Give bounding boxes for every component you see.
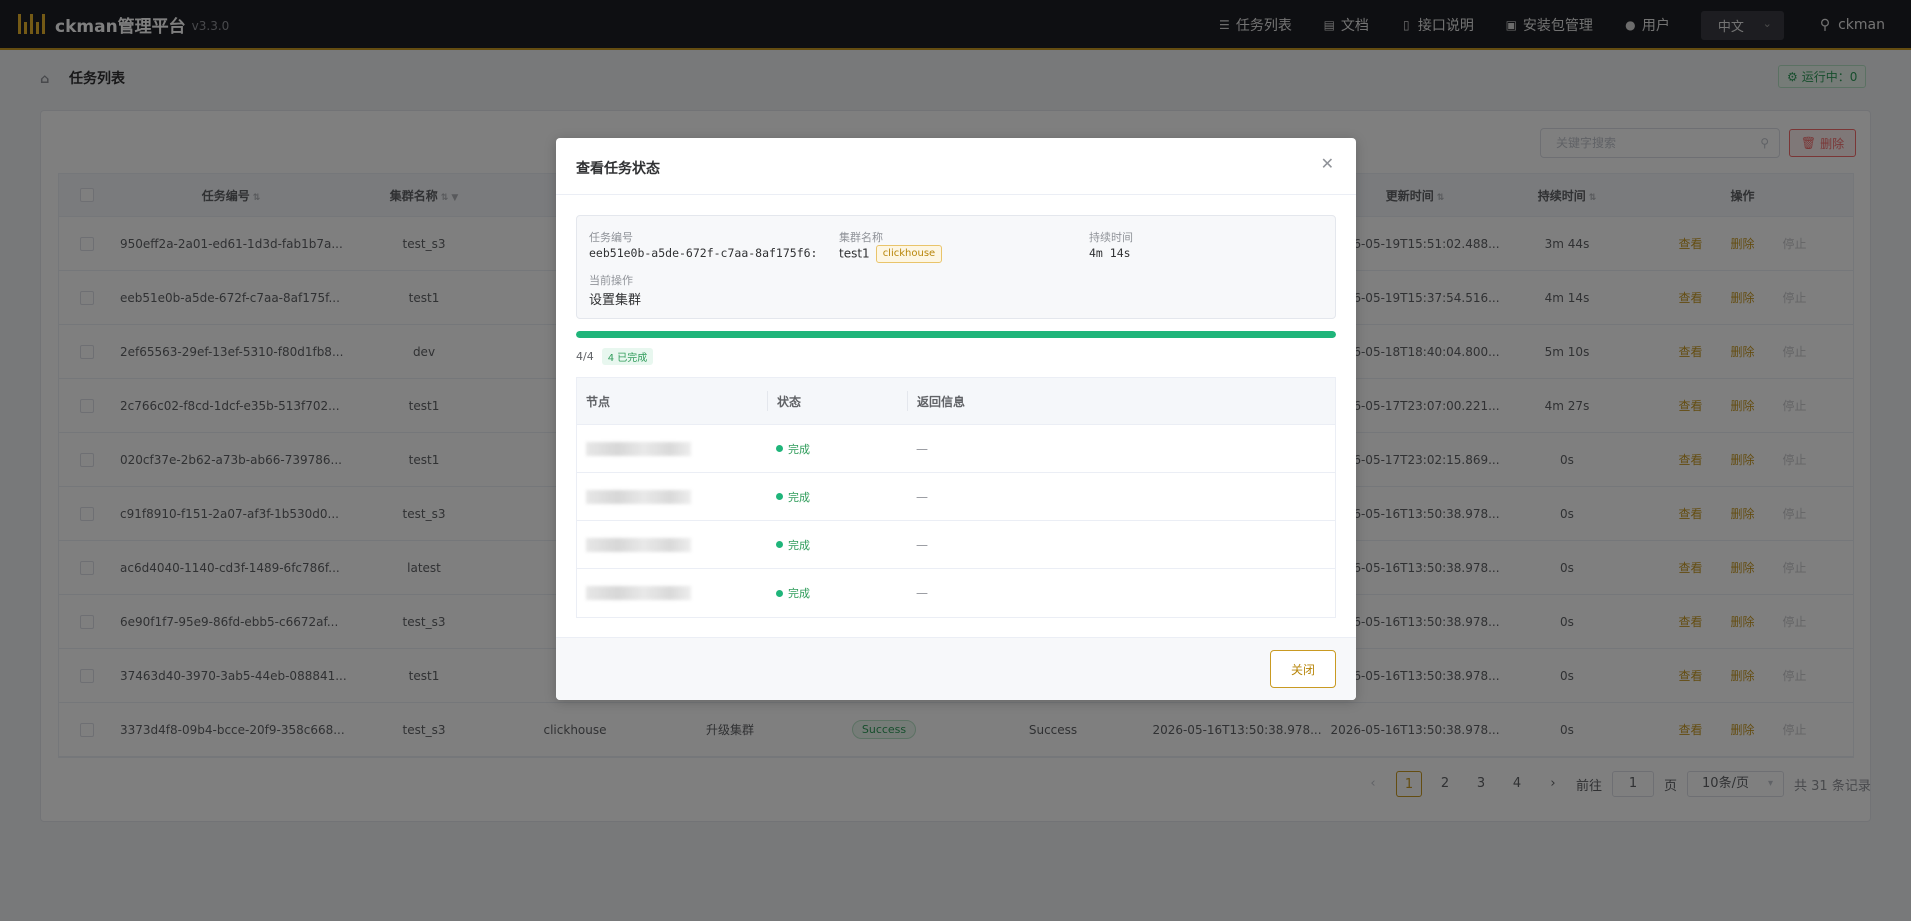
task-status-dialog: 查看任务状态 ✕ 任务编号 eeb51e0b-a5de-672f-c7aa-8a… — [556, 138, 1356, 700]
node-status-table: 节点 状态 返回信息 完成 — 完成 — 完成 — 完成 — — [576, 377, 1336, 618]
progress-bar — [576, 331, 1336, 338]
success-dot-icon — [776, 493, 783, 500]
node-return-info: — — [916, 537, 928, 552]
close-icon[interactable]: ✕ — [1321, 154, 1334, 173]
node-status: 完成 — [776, 585, 810, 601]
progress-count: 4/4 — [576, 350, 594, 363]
node-row: 完成 — — [577, 569, 1335, 617]
current-op-label: 当前操作 — [589, 274, 633, 287]
success-dot-icon — [776, 589, 783, 597]
cluster-type-tag: clickhouse — [875, 245, 943, 263]
success-dot-icon — [776, 445, 783, 452]
success-dot-icon — [776, 541, 783, 548]
task-info-panel: 任务编号 eeb51e0b-a5de-672f-c7aa-8af175f6: 集… — [576, 215, 1336, 319]
progress-fill — [576, 331, 1336, 338]
node-row: 完成 — — [577, 425, 1335, 473]
node-return-info: — — [916, 489, 928, 504]
cluster-label: 集群名称 — [839, 231, 883, 244]
close-button[interactable]: 关闭 — [1270, 650, 1336, 688]
node-return-info: — — [916, 441, 928, 456]
redacted-node-address — [586, 586, 691, 600]
progress-summary: 4/4 4 已完成 — [576, 348, 654, 365]
duration-value: 4m 14s — [1089, 246, 1131, 260]
header-node: 节点 — [586, 394, 611, 409]
progress-done-tag: 4 已完成 — [601, 348, 654, 365]
node-status: 完成 — [776, 441, 810, 457]
dialog-title: 查看任务状态 — [576, 161, 660, 177]
cluster-value-group: test1 clickhouse — [839, 245, 943, 263]
header-status: 状态 — [767, 391, 907, 411]
redacted-node-address — [586, 537, 691, 552]
redacted-node-address — [586, 441, 691, 456]
node-table-header: 节点 状态 返回信息 — [577, 378, 1335, 425]
node-row: 完成 — — [577, 473, 1335, 521]
task-id-value: eeb51e0b-a5de-672f-c7aa-8af175f6: — [589, 246, 818, 260]
node-return-info: — — [916, 586, 928, 600]
node-status: 完成 — [776, 537, 810, 553]
node-row: 完成 — — [577, 521, 1335, 569]
task-id-label: 任务编号 — [589, 231, 633, 244]
redacted-node-address — [586, 489, 691, 504]
duration-label: 持续时间 — [1089, 231, 1133, 244]
header-info: 返回信息 — [907, 391, 965, 411]
cluster-value: test1 — [839, 246, 870, 261]
dialog-footer: 关闭 — [556, 637, 1356, 700]
node-status: 完成 — [776, 489, 810, 505]
current-op-value: 设置集群 — [589, 293, 642, 308]
